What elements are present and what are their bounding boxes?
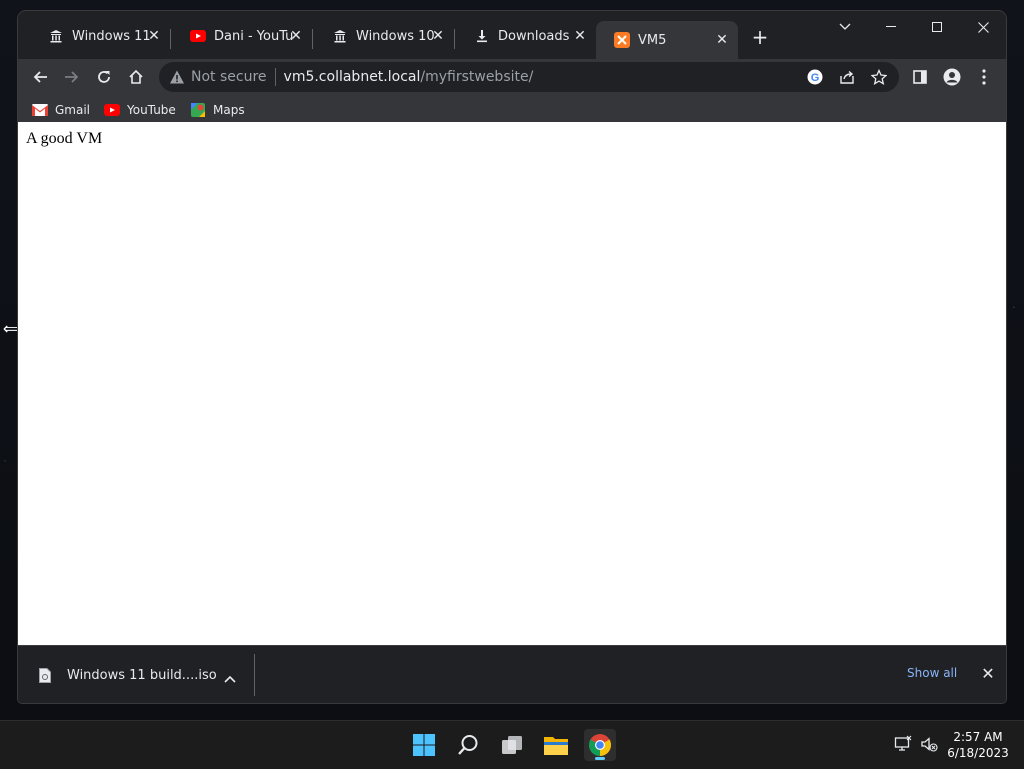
tab-strip: Windows 11 Bu ✕ Dani - YouTube ✕ Windows… xyxy=(18,11,1006,59)
system-clock[interactable]: 2:57 AM 6/18/2023 xyxy=(946,729,1010,761)
menu-kebab-icon[interactable] xyxy=(970,63,998,91)
chrome-window: Windows 11 Bu ✕ Dani - YouTube ✕ Windows… xyxy=(18,11,1006,703)
maximize-button[interactable] xyxy=(914,11,960,43)
window-close-button[interactable] xyxy=(960,11,1006,43)
active-app-indicator xyxy=(595,757,605,760)
tab-label: Dani - YouTube xyxy=(214,28,294,44)
tab-label: Downloads xyxy=(498,28,570,44)
forward-button[interactable] xyxy=(58,63,86,91)
clock-time: 2:57 AM xyxy=(953,730,1003,744)
chrome-icon xyxy=(589,734,611,756)
bookmark-star-icon[interactable] xyxy=(867,65,891,89)
omnibox-divider xyxy=(274,68,276,86)
clock-date: 6/18/2023 xyxy=(947,746,1009,760)
start-button[interactable] xyxy=(408,729,440,761)
warning-icon[interactable] xyxy=(169,69,185,85)
svg-text:G: G xyxy=(811,72,820,84)
windows-taskbar: 2:57 AM 6/18/2023 xyxy=(0,720,1024,769)
bookmark-label: Maps xyxy=(213,103,245,117)
address-bar[interactable]: Not secure vm5.collabnet.local/myfirstwe… xyxy=(159,62,899,92)
windows-logo-icon xyxy=(413,734,435,756)
close-icon[interactable]: ✕ xyxy=(288,28,304,44)
museum-icon xyxy=(332,28,348,44)
reload-button[interactable] xyxy=(90,63,118,91)
museum-icon xyxy=(48,28,64,44)
browser-toolbar: Not secure vm5.collabnet.local/myfirstwe… xyxy=(18,59,1006,97)
tab-label: VM5 xyxy=(638,32,667,48)
close-icon[interactable]: ✕ xyxy=(572,28,588,44)
bookmark-label: Gmail xyxy=(55,103,91,117)
task-view-icon xyxy=(502,736,522,754)
tab-windows-10[interactable]: Windows 10: L ✕ xyxy=(314,21,454,51)
bookmark-gmail[interactable]: Gmail xyxy=(32,100,90,120)
maps-icon xyxy=(190,103,206,117)
url-path: /myfirstwebsite/ xyxy=(420,69,534,85)
tab-label: Windows 10: L xyxy=(356,28,436,44)
tab-label: Windows 11 Bu xyxy=(72,28,152,44)
task-view-button[interactable] xyxy=(496,729,528,761)
search-icon xyxy=(458,735,478,755)
url-text[interactable]: vm5.collabnet.local/myfirstwebsite/ xyxy=(284,69,534,85)
download-bar: Windows 11 build....iso Show all ✕ xyxy=(18,645,1006,703)
tab-downloads[interactable]: Downloads ✕ xyxy=(456,21,596,51)
desktop-edge xyxy=(0,0,18,720)
tab-youtube[interactable]: Dani - YouTube ✕ xyxy=(172,21,312,51)
youtube-icon xyxy=(190,28,206,44)
side-panel-icon[interactable] xyxy=(906,63,934,91)
url-host: vm5.collabnet.local xyxy=(283,69,421,85)
network-icon[interactable] xyxy=(894,735,912,753)
chrome-taskbar-button[interactable] xyxy=(584,729,616,761)
bookmark-youtube[interactable]: YouTube xyxy=(104,100,176,120)
share-icon[interactable] xyxy=(835,65,859,89)
bookmark-maps[interactable]: Maps xyxy=(190,100,245,120)
page-body-text: A good VM xyxy=(26,130,103,147)
download-icon xyxy=(474,28,490,44)
tab-vm5[interactable]: VM5 ✕ xyxy=(596,21,738,59)
close-download-bar-button[interactable]: ✕ xyxy=(980,666,996,682)
download-divider xyxy=(254,654,255,696)
close-icon[interactable]: ✕ xyxy=(430,28,446,44)
new-tab-button[interactable]: + xyxy=(750,27,770,47)
tab-separator xyxy=(454,29,455,49)
close-icon[interactable]: ✕ xyxy=(146,28,162,44)
bookmark-label: YouTube xyxy=(127,103,176,117)
omnibox-actions: G xyxy=(803,65,891,89)
gmail-icon xyxy=(32,103,48,117)
tab-windows-11[interactable]: Windows 11 Bu ✕ xyxy=(30,21,170,51)
tab-search-chevron-down-icon[interactable] xyxy=(822,11,868,43)
file-explorer-button[interactable] xyxy=(540,729,572,761)
minimize-button[interactable] xyxy=(868,11,914,43)
tab-separator xyxy=(312,29,313,49)
folder-icon xyxy=(544,737,568,755)
security-status-label[interactable]: Not secure xyxy=(191,69,267,85)
download-file-name: Windows 11 build....iso xyxy=(67,667,217,683)
profile-avatar-icon[interactable] xyxy=(938,63,966,91)
tab-separator xyxy=(170,29,171,49)
chevron-up-icon[interactable] xyxy=(224,668,238,683)
file-icon xyxy=(39,667,51,683)
show-all-downloads-link[interactable]: Show all xyxy=(907,666,957,680)
back-button[interactable] xyxy=(26,63,54,91)
home-button[interactable] xyxy=(122,63,150,91)
close-icon[interactable]: ✕ xyxy=(714,32,730,48)
search-button[interactable] xyxy=(452,729,484,761)
google-lens-icon[interactable]: G xyxy=(803,65,827,89)
download-item[interactable]: Windows 11 build....iso xyxy=(18,646,254,703)
youtube-icon xyxy=(104,103,120,117)
xampp-icon xyxy=(614,32,630,48)
volume-muted-icon[interactable] xyxy=(920,735,938,753)
bookmarks-bar: Gmail YouTube Maps xyxy=(18,97,1006,124)
web-page-content: A good VM xyxy=(18,122,1006,645)
